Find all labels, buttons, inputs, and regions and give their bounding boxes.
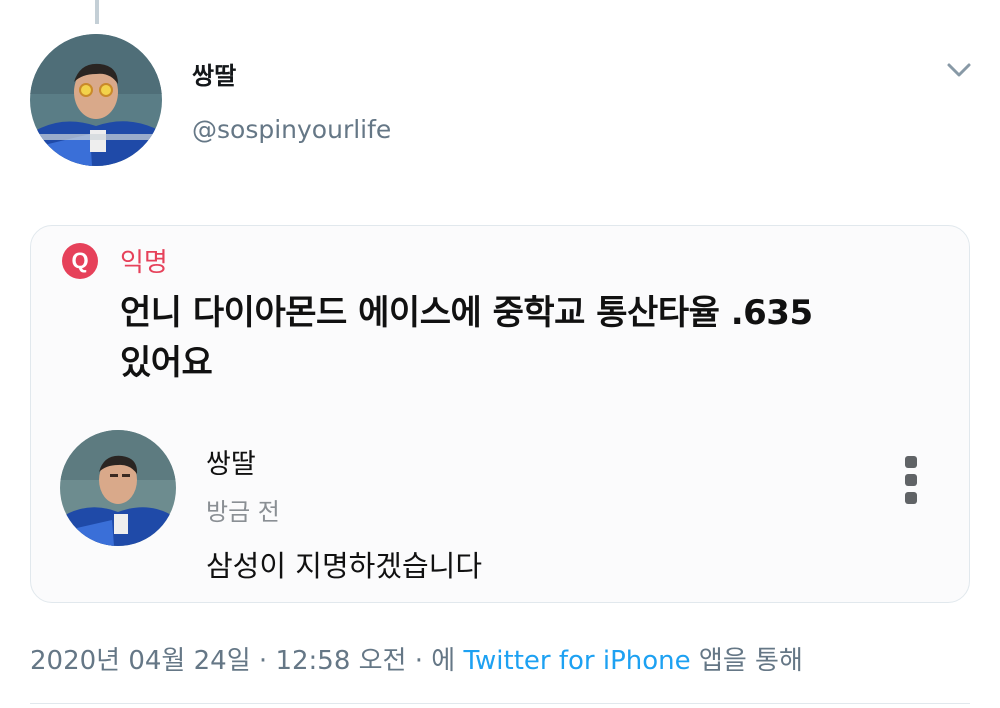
tweet-source-link[interactable]: Twitter for iPhone [463, 646, 690, 676]
author-avatar[interactable] [30, 34, 162, 166]
meta-separator-source: · 에 [406, 646, 464, 676]
question-text: 언니 다이아몬드 에이스에 중학교 통산타율 .635 있어요 [120, 288, 940, 388]
question-line-2: 있어요 [120, 343, 213, 383]
tweet-meta: 2020년 04월 24일 · 12:58 오전 · 에 Twitter for… [30, 640, 803, 677]
reply-avatar [60, 430, 176, 546]
tweet-date[interactable]: 2020년 04월 24일 [30, 646, 251, 676]
embedded-question-card[interactable] [30, 225, 970, 603]
question-line-1: 언니 다이아몬드 에이스에 중학교 통산타율 .635 [120, 293, 813, 333]
meta-suffix: 앱을 통해 [690, 646, 803, 676]
anonymous-label: 익명 [120, 248, 168, 278]
reply-text: 삼성이 지명하겠습니다 [206, 549, 483, 583]
author-display-name[interactable]: 쌍딸 [192, 56, 236, 91]
reply-author-name: 쌍딸 [206, 449, 256, 480]
divider [30, 703, 970, 704]
author-handle[interactable]: @sospinyourlife [192, 115, 391, 144]
anonymous-q-icon: Q [62, 243, 98, 279]
tweet-time[interactable]: 12:58 오전 [275, 646, 406, 676]
meta-separator: · [250, 646, 276, 676]
reply-timestamp: 방금 전 [206, 498, 280, 526]
thread-connector-line [95, 0, 99, 24]
vertical-more-icon [903, 456, 919, 510]
chevron-down-icon[interactable] [944, 58, 974, 82]
